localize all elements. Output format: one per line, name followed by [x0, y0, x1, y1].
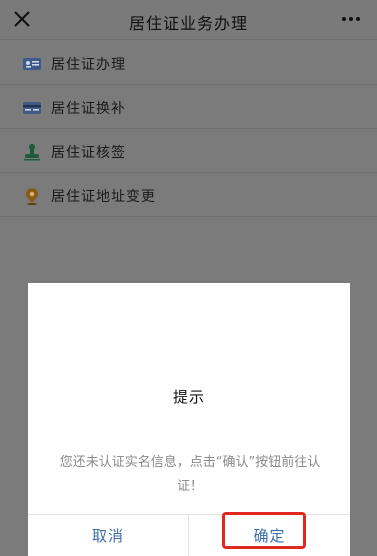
stamp-icon: [24, 144, 40, 161]
alert-dialog: 提示 您还未认证实名信息，点击“确认”按钮前往认证！ 取消 确定: [28, 283, 350, 556]
card-replace-icon: [23, 102, 41, 114]
location-pin-icon: [26, 188, 38, 205]
menu-item-label: 居住证核签: [51, 145, 126, 161]
menu-item-replace[interactable]: 居住证换补: [0, 85, 377, 129]
more-icon[interactable]: [341, 11, 361, 27]
menu-item-endorse[interactable]: 居住证核签: [0, 129, 377, 173]
dialog-title: 提示: [172, 388, 205, 406]
service-menu: 居住证办理 居住证换补 居住证核签 居住证地址变更: [0, 41, 377, 217]
menu-item-label: 居住证换补: [51, 101, 126, 117]
menu-item-label: 居住证办理: [51, 57, 126, 73]
menu-item-address-change[interactable]: 居住证地址变更: [0, 173, 377, 217]
confirm-button[interactable]: 确定: [189, 515, 350, 556]
id-card-icon: [23, 58, 41, 70]
cancel-button[interactable]: 取消: [28, 515, 189, 556]
top-bar: 居住证业务办理: [0, 0, 377, 40]
dialog-message: 您还未认证实名信息，点击“确认”按钮前往认证！: [59, 455, 321, 494]
menu-item-label: 居住证地址变更: [51, 189, 156, 205]
menu-item-apply[interactable]: 居住证办理: [0, 41, 377, 85]
page-title: 居住证业务办理: [128, 14, 248, 33]
dialog-footer: 取消 确定: [28, 514, 350, 556]
